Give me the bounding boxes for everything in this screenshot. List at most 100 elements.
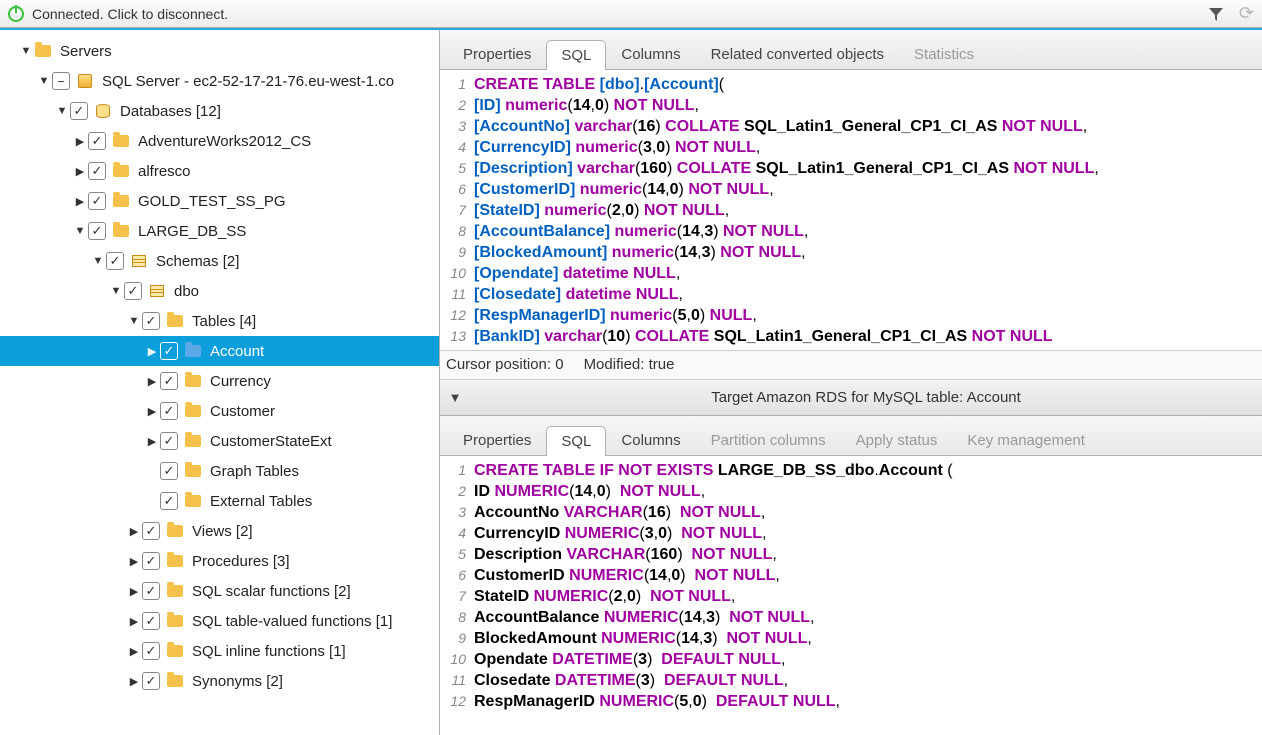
checkbox-checked[interactable] [142,582,160,600]
checkbox-checked[interactable] [88,132,106,150]
checkbox-checked[interactable] [160,462,178,480]
code-line[interactable]: 12RespManagerID NUMERIC(5,0) DEFAULT NUL… [440,691,1262,712]
tree-table-currency[interactable]: ▶ Currency [0,366,439,396]
chevron-right-icon[interactable]: ▶ [126,555,142,568]
target-sql-editor[interactable]: 1CREATE TABLE IF NOT EXISTS LARGE_DB_SS_… [440,456,1262,735]
tree-views[interactable]: ▶ Views [2] [0,516,439,546]
code-line[interactable]: 7StateID NUMERIC(2,0) NOT NULL, [440,586,1262,607]
chevron-right-icon[interactable]: ▶ [144,345,160,358]
code-line[interactable]: 13[BankID] varchar(10) COLLATE SQL_Latin… [440,326,1262,347]
checkbox-checked[interactable] [142,522,160,540]
code-line[interactable]: 2[ID] numeric(14,0) NOT NULL, [440,95,1262,116]
tab-target-columns[interactable]: Columns [606,425,695,455]
code-line[interactable]: 6CustomerID NUMERIC(14,0) NOT NULL, [440,565,1262,586]
collapse-button[interactable]: ▼ [440,390,470,405]
tab-related[interactable]: Related converted objects [696,39,899,69]
chevron-down-icon[interactable]: ▼ [108,285,124,297]
chevron-down-icon[interactable]: ▼ [126,315,142,327]
chevron-right-icon[interactable]: ▶ [126,675,142,688]
tree-schema-dbo[interactable]: ▼ dbo [0,276,439,306]
code-line[interactable]: 11Closedate DATETIME(3) DEFAULT NULL, [440,670,1262,691]
code-line[interactable]: 3[AccountNo] varchar(16) COLLATE SQL_Lat… [440,116,1262,137]
code-line[interactable]: 5[Description] varchar(160) COLLATE SQL_… [440,158,1262,179]
code-line[interactable]: 11[Closedate] datetime NULL, [440,284,1262,305]
tree-servers[interactable]: ▼ Servers [0,36,439,66]
chevron-right-icon[interactable]: ▶ [72,165,88,178]
code-line[interactable]: 8AccountBalance NUMERIC(14,3) NOT NULL, [440,607,1262,628]
code-line[interactable]: 4[CurrencyID] numeric(3,0) NOT NULL, [440,137,1262,158]
checkbox-checked[interactable] [142,642,160,660]
tree-db-alfresco[interactable]: ▶ alfresco [0,156,439,186]
tree-db-goldtest[interactable]: ▶ GOLD_TEST_SS_PG [0,186,439,216]
chevron-right-icon[interactable]: ▶ [144,375,160,388]
chevron-right-icon[interactable]: ▶ [72,135,88,148]
tree-db-large[interactable]: ▼ LARGE_DB_SS [0,216,439,246]
code-line[interactable]: 8[AccountBalance] numeric(14,3) NOT NULL… [440,221,1262,242]
checkbox-checked[interactable] [160,492,178,510]
tree-external-tables[interactable]: ▶ External Tables [0,486,439,516]
tree-tablevalued-functions[interactable]: ▶ SQL table-valued functions [1] [0,606,439,636]
tree-db-adventureworks[interactable]: ▶ AdventureWorks2012_CS [0,126,439,156]
checkbox-checked[interactable] [88,192,106,210]
filter-icon[interactable] [1207,5,1225,23]
source-sql-editor[interactable]: 1CREATE TABLE [dbo].[Account](2[ID] nume… [440,70,1262,350]
tree-synonyms[interactable]: ▶ Synonyms [2] [0,666,439,696]
tree-table-customer[interactable]: ▶ Customer [0,396,439,426]
chevron-down-icon[interactable]: ▼ [18,45,34,57]
checkbox-checked[interactable] [142,672,160,690]
tab-target-sql[interactable]: SQL [546,426,606,456]
code-line[interactable]: 9[BlockedAmount] numeric(14,3) NOT NULL, [440,242,1262,263]
code-line[interactable]: 5Description VARCHAR(160) NOT NULL, [440,544,1262,565]
checkbox-checked[interactable] [160,372,178,390]
chevron-right-icon[interactable]: ▶ [144,435,160,448]
tree-sqlserver[interactable]: ▼ SQL Server - ec2-52-17-21-76.eu-west-1… [0,66,439,96]
chevron-right-icon[interactable]: ▶ [126,525,142,538]
chevron-down-icon[interactable]: ▼ [90,255,106,267]
chevron-right-icon[interactable]: ▶ [144,405,160,418]
checkbox-checked[interactable] [106,252,124,270]
tree-databases[interactable]: ▼ Databases [12] [0,96,439,126]
tree-schemas[interactable]: ▼ Schemas [2] [0,246,439,276]
tree-table-customerstateext[interactable]: ▶ CustomerStateExt [0,426,439,456]
code-line[interactable]: 1CREATE TABLE [dbo].[Account]( [440,74,1262,95]
checkbox-checked[interactable] [160,432,178,450]
chevron-right-icon[interactable]: ▶ [126,645,142,658]
checkbox-checked[interactable] [88,222,106,240]
checkbox-checked[interactable] [142,552,160,570]
code-line[interactable]: 7[StateID] numeric(2,0) NOT NULL, [440,200,1262,221]
tab-target-properties[interactable]: Properties [448,425,546,455]
code-line[interactable]: 3AccountNo VARCHAR(16) NOT NULL, [440,502,1262,523]
checkbox-checked[interactable] [142,612,160,630]
checkbox-checked[interactable] [124,282,142,300]
tree-tables[interactable]: ▼ Tables [4] [0,306,439,336]
tree-table-account[interactable]: ▶ Account [0,336,439,366]
power-icon[interactable] [8,6,24,22]
chevron-down-icon[interactable]: ▼ [54,105,70,117]
checkbox-partial[interactable] [52,72,70,90]
chevron-down-icon[interactable]: ▼ [72,225,88,237]
tab-columns[interactable]: Columns [606,39,695,69]
checkbox-checked[interactable] [88,162,106,180]
chevron-down-icon[interactable]: ▼ [36,75,52,87]
tree-scalar-functions[interactable]: ▶ SQL scalar functions [2] [0,576,439,606]
tab-sql[interactable]: SQL [546,40,606,70]
code-line[interactable]: 4CurrencyID NUMERIC(3,0) NOT NULL, [440,523,1262,544]
tree-inline-functions[interactable]: ▶ SQL inline functions [1] [0,636,439,666]
chevron-right-icon[interactable]: ▶ [126,585,142,598]
chevron-right-icon[interactable]: ▶ [72,195,88,208]
code-line[interactable]: 10Opendate DATETIME(3) DEFAULT NULL, [440,649,1262,670]
connection-status-text[interactable]: Connected. Click to disconnect. [32,6,1207,22]
code-line[interactable]: 2ID NUMERIC(14,0) NOT NULL, [440,481,1262,502]
checkbox-checked[interactable] [142,312,160,330]
code-line[interactable]: 9BlockedAmount NUMERIC(14,3) NOT NULL, [440,628,1262,649]
tree-graph-tables[interactable]: ▶ Graph Tables [0,456,439,486]
tree-procedures[interactable]: ▶ Procedures [3] [0,546,439,576]
chevron-right-icon[interactable]: ▶ [126,615,142,628]
tab-properties[interactable]: Properties [448,39,546,69]
code-line[interactable]: 1CREATE TABLE IF NOT EXISTS LARGE_DB_SS_… [440,460,1262,481]
code-line[interactable]: 6[CustomerID] numeric(14,0) NOT NULL, [440,179,1262,200]
code-line[interactable]: 12[RespManagerID] numeric(5,0) NULL, [440,305,1262,326]
checkbox-checked[interactable] [160,342,178,360]
code-line[interactable]: 10[Opendate] datetime NULL, [440,263,1262,284]
checkbox-checked[interactable] [70,102,88,120]
